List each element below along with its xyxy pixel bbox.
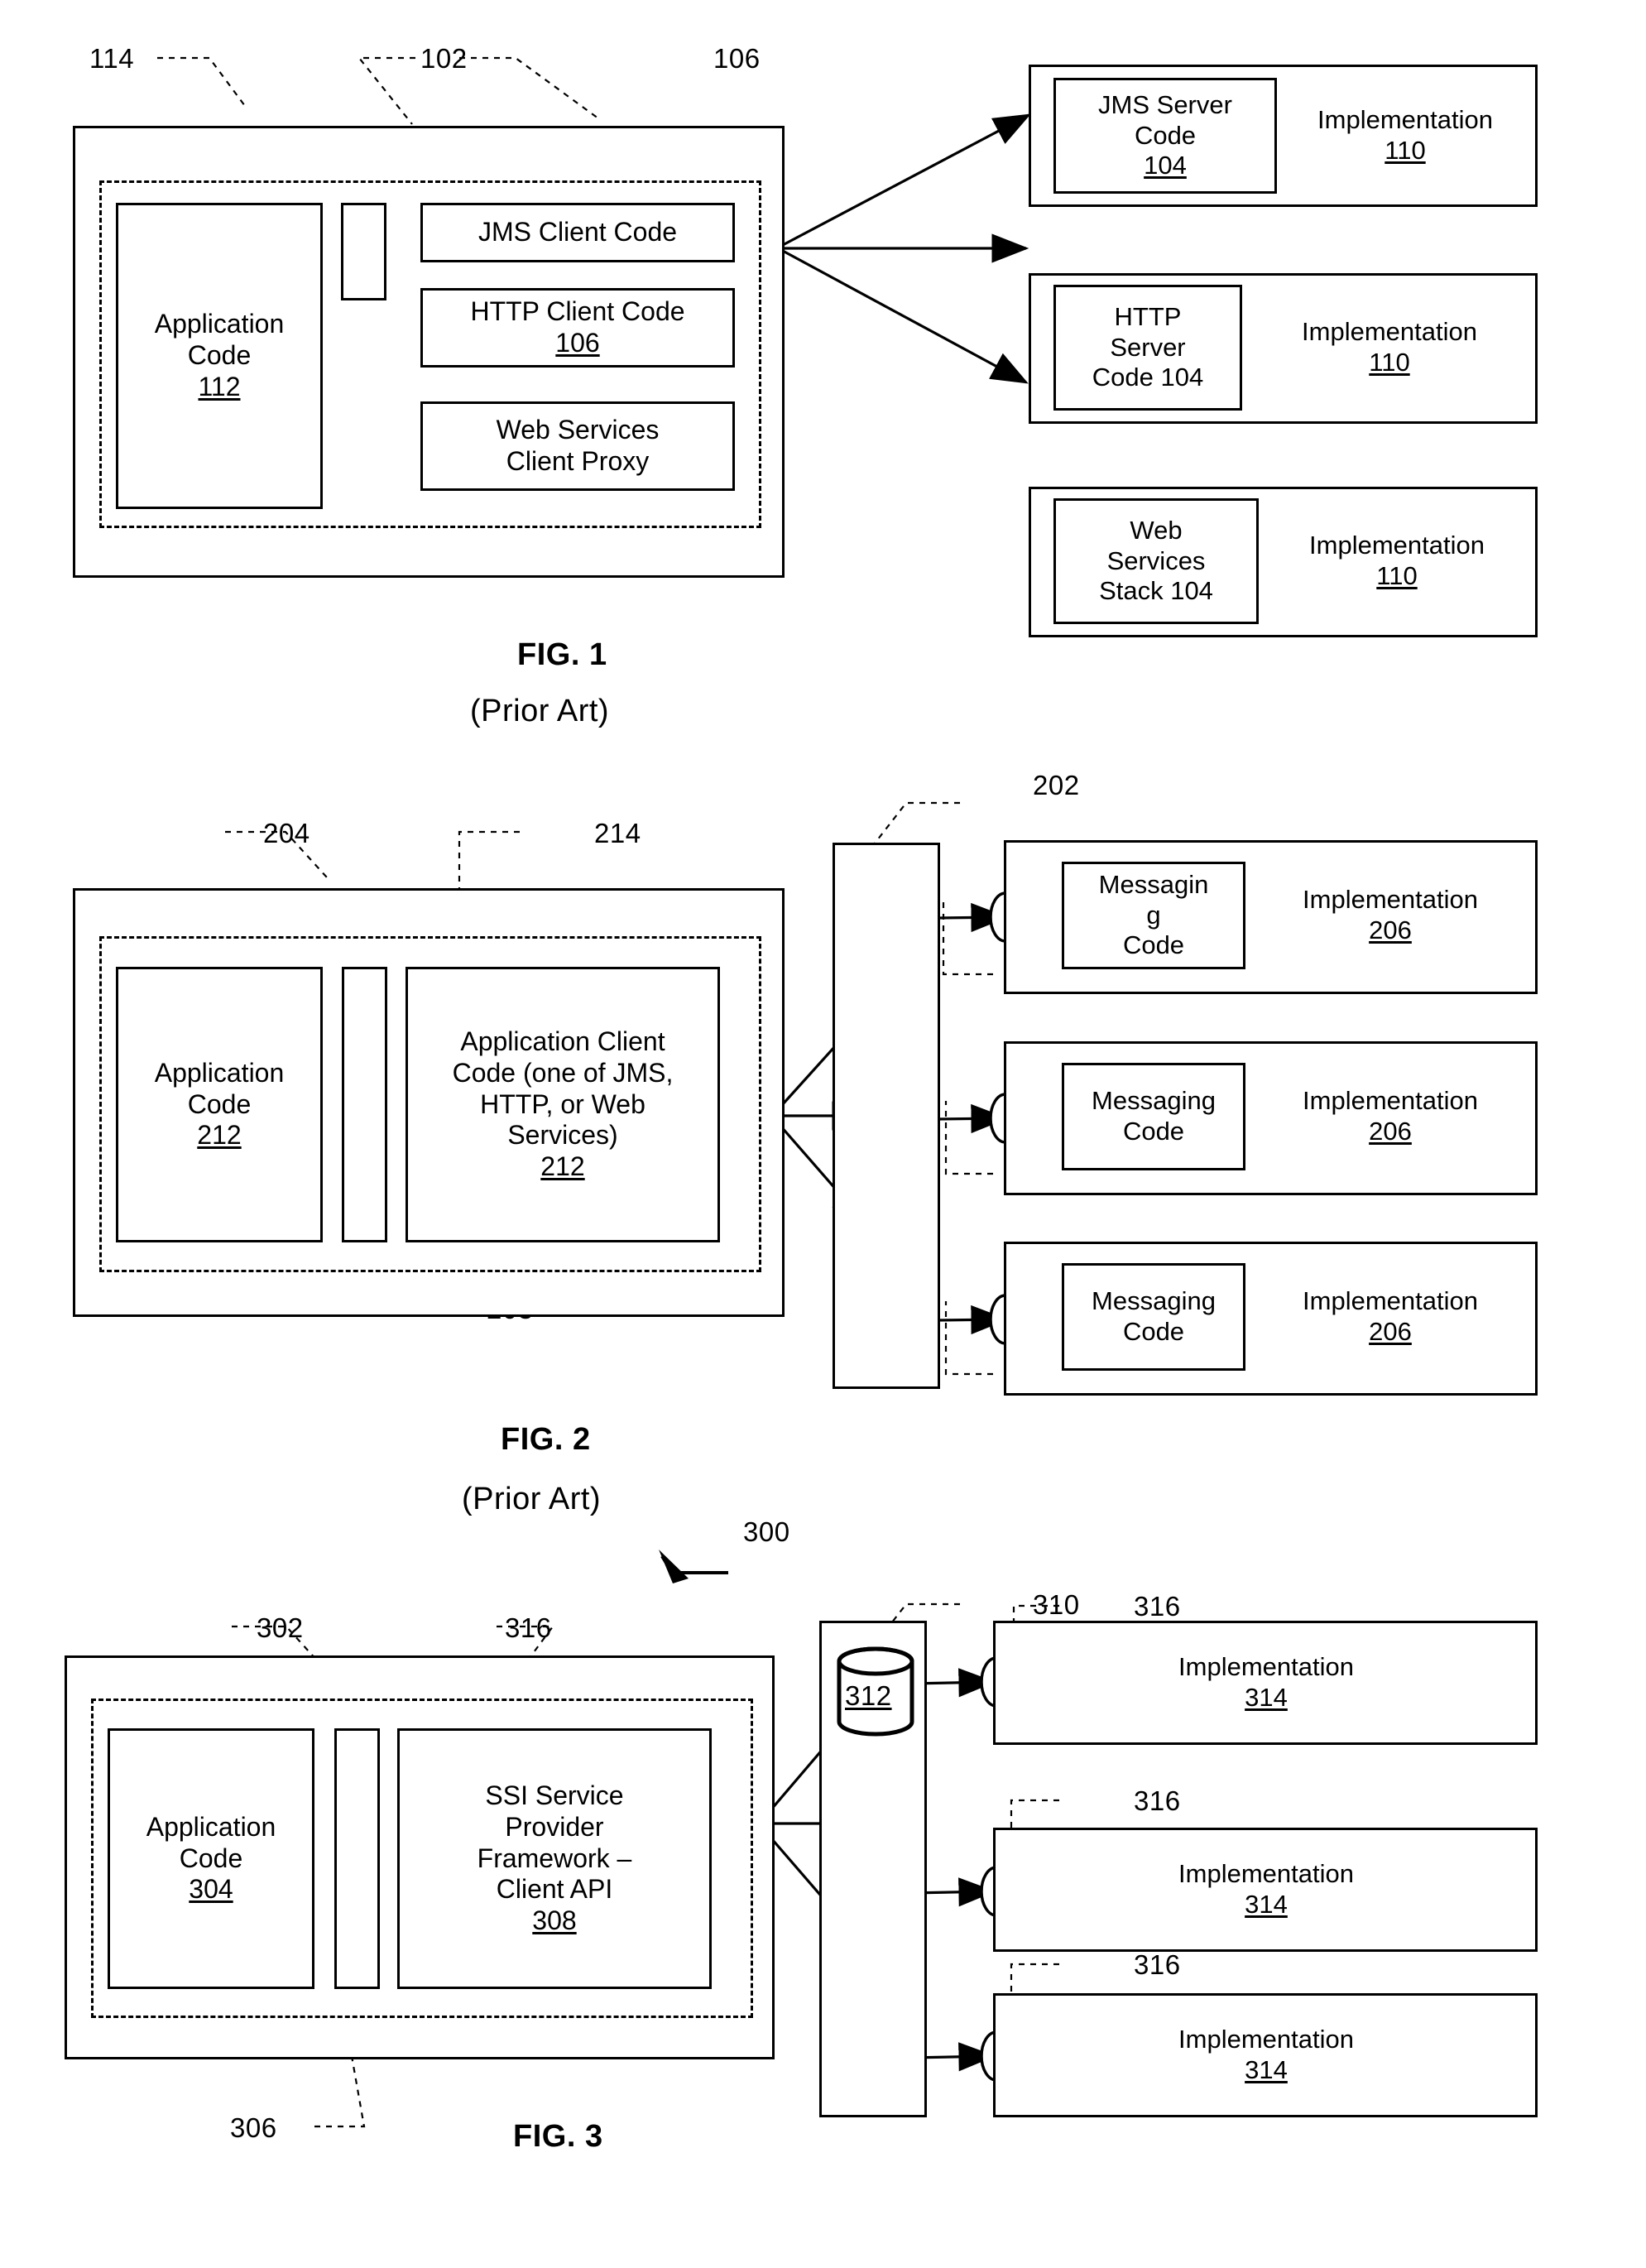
fig3-impl-2: Implementation 314 [1026,1844,1506,1935]
fig2-impl-1: Implementation 206 [1258,862,1523,969]
fig1-http-server-code-text: HTTP Server Code 104 [1092,302,1204,392]
fig1-http-client-code-text: HTTP Client Code 106 [470,296,685,358]
fig1-jms-client-code: JMS Client Code [420,203,735,262]
fig3-ssi-client-api: SSI Service Provider Framework – Client … [397,1728,712,1989]
callout-102: 102 [420,43,468,74]
fig2-messaging-code-1-text: Messagin g Code [1098,870,1209,960]
fig1-application-code-text: Application Code 112 [154,309,285,401]
fig1-jms-client-code-text: JMS Client Code [477,217,678,247]
fig1-subcaption: (Prior Art) [470,694,610,728]
fig3-registry-ref-312: 312 [845,1680,892,1711]
fig2-impl-3: Implementation 206 [1258,1263,1523,1371]
fig1-impl-1-text: Implementation 110 [1317,105,1493,165]
fig2-service-bus-202 [833,843,940,1389]
fig2-application-code-text: Application Code 212 [154,1057,285,1151]
fig1-impl-1: Implementation 110 [1281,78,1529,194]
fig1-caption: FIG. 1 [517,637,607,672]
fig3-callout-316-b: 316 [1134,1785,1181,1816]
fig3-connector-bar-306 [334,1728,380,1989]
fig3-impl-1: Implementation 314 [1026,1637,1506,1728]
fig2-impl-2: Implementation 206 [1258,1063,1523,1170]
fig2-messaging-code-3: Messaging Code [1062,1263,1245,1371]
fig2-subcaption: (Prior Art) [462,1482,602,1516]
fig3-impl-3-text: Implementation 314 [1178,2025,1354,2084]
fig2-application-client-code-text: Application Client Code (one of JMS, HTT… [452,1026,674,1182]
fig1-web-services-client-proxy: Web Services Client Proxy [420,401,735,491]
fig1-impl-3-text: Implementation 110 [1309,531,1485,590]
fig2-application-code: Application Code 212 [116,967,323,1242]
fig3-impl-2-text: Implementation 314 [1178,1859,1354,1919]
fig2-caption: FIG. 2 [501,1422,591,1457]
fig3-callout-316-left: 316 [505,1612,552,1643]
fig2-impl-2-text: Implementation 206 [1303,1086,1478,1146]
fig1-jms-server-code: JMS Server Code 104 [1053,78,1277,194]
fig3-callout-310: 310 [1033,1589,1080,1620]
fig2-impl-3-text: Implementation 206 [1303,1286,1478,1346]
fig1-jms-server-code-text: JMS Server Code 104 [1098,90,1232,180]
fig1-web-services-stack: Web Services Stack 104 [1053,498,1259,624]
fig1-web-services-stack-text: Web Services Stack 104 [1099,516,1213,606]
fig1-vertical-connector [341,203,386,300]
fig1-http-server-code: HTTP Server Code 104 [1053,285,1242,411]
fig3-application-code: Application Code 304 [108,1728,314,1989]
fig2-callout-202: 202 [1033,770,1080,800]
fig1-web-services-client-proxy-text: Web Services Client Proxy [496,415,660,476]
patent-figure-sheet: 114 102 106 108 106 Application Code 112… [0,0,1646,2268]
fig2-messaging-code-2: Messaging Code [1062,1063,1245,1170]
fig1-application-code: Application Code 112 [116,203,323,509]
fig1-impl-2-text: Implementation 110 [1302,317,1477,377]
fig3-caption: FIG. 3 [513,2119,603,2154]
fig3-callout-300: 300 [743,1516,790,1547]
fig2-impl-1-text: Implementation 206 [1303,885,1478,944]
fig2-callout-214: 214 [594,818,641,848]
fig3-application-code-text: Application Code 304 [146,1811,276,1905]
fig3-callout-302: 302 [257,1612,304,1643]
fig2-application-client-code: Application Client Code (one of JMS, HTT… [406,967,720,1242]
callout-106-top: 106 [713,43,761,74]
fig2-messaging-code-2-text: Messaging Code [1092,1086,1216,1146]
fig3-callout-316-c: 316 [1134,1949,1181,1980]
fig2-callout-204: 204 [263,818,310,848]
fig3-ssi-client-api-text: SSI Service Provider Framework – Client … [477,1780,632,1936]
fig1-impl-2: Implementation 110 [1250,285,1529,411]
fig1-http-client-code: HTTP Client Code 106 [420,288,735,368]
fig2-connector-bar-208 [342,967,387,1242]
fig3-callout-316-a: 316 [1134,1591,1181,1622]
fig3-impl-3: Implementation 314 [1026,2010,1506,2101]
fig3-callout-306: 306 [230,2112,277,2143]
callout-114: 114 [89,43,135,74]
fig1-impl-3: Implementation 110 [1264,498,1529,624]
fig2-messaging-code-3-text: Messaging Code [1092,1286,1216,1346]
fig2-messaging-code-1: Messagin g Code [1062,862,1245,969]
fig3-impl-1-text: Implementation 314 [1178,1652,1354,1712]
